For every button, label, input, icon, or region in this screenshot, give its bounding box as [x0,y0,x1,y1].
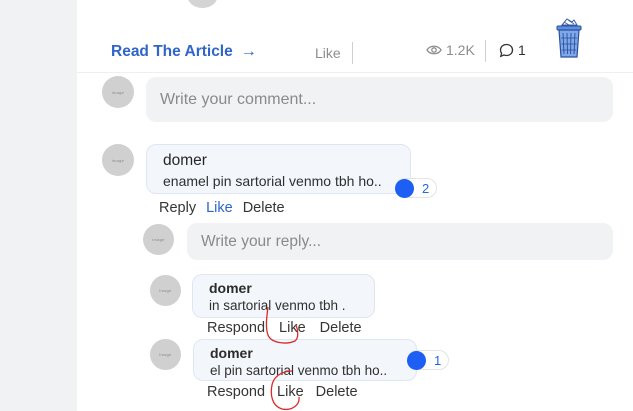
like-count: 2 [422,180,430,196]
views-count: 1.2K [426,42,475,58]
arrow-right-icon: → [240,43,257,60]
reply-button[interactable]: Reply [159,200,196,216]
avatar: image [150,339,181,370]
like-article-button[interactable]: Like [315,45,341,61]
read-article-link[interactable]: Read The Article → [111,43,257,61]
delete-button[interactable]: Delete [316,384,358,400]
respond-button[interactable]: Respond [207,384,265,400]
reply-author: domer [209,280,252,296]
avatar: image [150,275,181,306]
respond-button[interactable]: Respond [207,320,265,336]
reply-bubble: domer el pin sartorial venmo tbh ho.. [193,339,417,381]
delete-button[interactable]: Delete [320,320,362,336]
comment-actions: Reply Like Delete [159,200,285,216]
avatar: image [102,76,134,108]
delete-button[interactable]: Delete [243,200,285,216]
trash-icon[interactable] [554,16,584,60]
comments-count[interactable]: 1 [499,42,526,58]
comment-bubble-icon [499,43,514,57]
like-dot-icon [407,350,426,370]
divider [77,72,633,73]
reply-actions: Respond Like Delete [207,320,362,336]
reply-actions: Respond Like Delete [207,384,358,400]
comment-input[interactable]: Write your comment... [146,77,613,122]
reply-input-placeholder: Write your reply... [201,232,322,250]
avatar-placeholder: image [159,288,172,293]
read-article-label: Read The Article [111,43,233,60]
comment-author: domer [163,152,207,169]
like-button[interactable]: Like [277,384,304,400]
reply-bubble: domer in sartorial venmo tbh . [192,274,375,318]
divider [485,40,486,62]
like-count-badge: 1 [407,350,450,370]
reply-text: in sartorial venmo tbh . [209,298,346,313]
avatar: image [143,224,174,255]
divider [352,42,353,64]
reply-input[interactable]: Write your reply... [187,223,613,260]
avatar-placeholder: image [159,352,172,357]
comments-value: 1 [518,42,526,58]
views-value: 1.2K [446,42,475,58]
reply-author: domer [210,345,253,361]
avatar: image [102,144,134,176]
avatar-placeholder: image [111,157,125,163]
comment-text: enamel pin sartorial venmo tbh ho.. [163,173,382,189]
like-dot-icon [395,178,414,198]
like-button[interactable]: Like [206,200,233,216]
reply-text: el pin sartorial venmo tbh ho.. [210,363,388,378]
like-button[interactable]: Like [279,320,306,336]
eye-icon [426,45,442,55]
like-count-badge: 2 [395,178,438,198]
like-count: 1 [434,352,442,368]
comment-bubble: domer enamel pin sartorial venmo tbh ho.… [146,144,411,194]
avatar-placeholder: image [152,237,165,242]
comment-input-placeholder: Write your comment... [160,90,317,108]
avatar-placeholder: image [111,89,125,95]
